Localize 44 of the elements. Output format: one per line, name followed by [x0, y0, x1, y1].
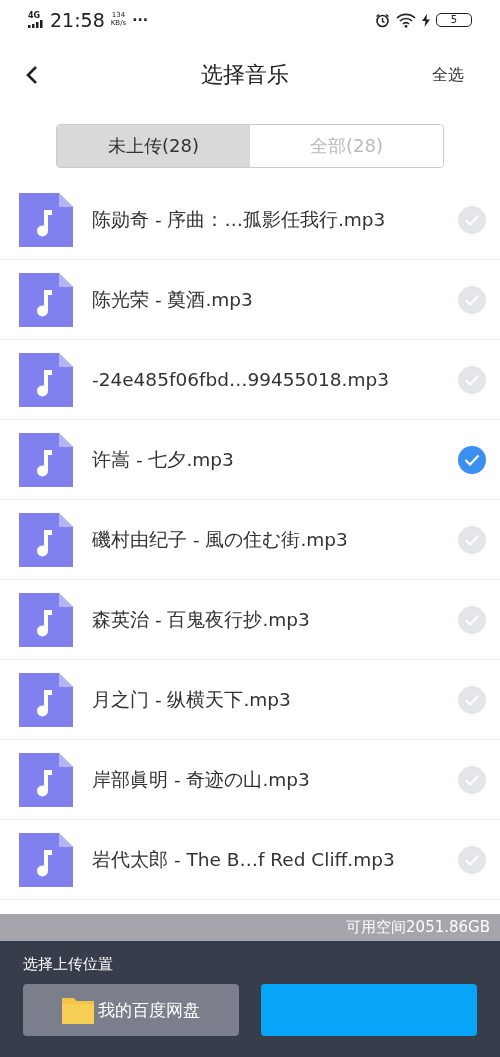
file-name: 月之门 - 纵横天下.mp3: [92, 688, 292, 712]
location-button[interactable]: 我的百度网盘: [23, 984, 239, 1036]
check-circle[interactable]: [458, 525, 486, 554]
network-type: 4G: [28, 12, 41, 20]
file-name: -24e485f06fbd…99455018.mp3: [92, 369, 391, 390]
more-indicator: ···: [132, 12, 149, 28]
folder-icon: [62, 996, 94, 1024]
check-circle[interactable]: [458, 285, 486, 314]
file-name: 陈光荣 - 奠酒.mp3: [92, 288, 254, 312]
charging-icon: [422, 13, 430, 27]
panel-label: 选择上传位置: [23, 955, 114, 974]
music-file-icon: [19, 352, 73, 407]
music-file-icon: [19, 192, 73, 247]
file-name: 岸部眞明 - 奇迹の山.mp3: [92, 768, 311, 792]
check-circle[interactable]: [458, 445, 486, 474]
music-file-icon: [19, 832, 73, 887]
check-circle[interactable]: [458, 605, 486, 634]
music-file-icon: [19, 752, 73, 807]
alarm-icon: [375, 12, 390, 28]
check-circle[interactable]: [458, 685, 486, 714]
file-name: 岩代太郎 - The B…f Red Cliff.mp3: [92, 848, 396, 872]
action-button[interactable]: [261, 984, 477, 1036]
check-circle[interactable]: [458, 205, 486, 234]
file-name: 许嵩 - 七夕.mp3: [92, 448, 235, 472]
check-circle[interactable]: [458, 365, 486, 394]
wifi-icon: [396, 12, 416, 28]
storage-text: 可用空间2051.86GB: [346, 918, 490, 937]
check-circle[interactable]: [458, 845, 486, 874]
page-title: 选择音乐: [201, 61, 289, 89]
music-file-icon: [19, 432, 73, 487]
select-all-link[interactable]: 全选: [432, 64, 464, 86]
music-file-icon: [19, 592, 73, 647]
file-name: 森英治 - 百鬼夜行抄.mp3: [92, 608, 311, 632]
tab[interactable]: 未上传(28): [57, 125, 250, 167]
music-file-icon: [19, 512, 73, 567]
check-circle[interactable]: [458, 765, 486, 794]
back-icon[interactable]: [26, 65, 38, 85]
music-file-icon: [19, 672, 73, 727]
file-name: 磯村由纪子 - 風の住む街.mp3: [92, 528, 349, 552]
signal-icon: [28, 20, 44, 28]
music-file-icon: [19, 272, 73, 327]
clock: 21:58: [50, 9, 105, 31]
battery-icon: 5: [436, 13, 472, 27]
file-name: 陈勋奇 - 序曲：…孤影任我行.mp3: [92, 208, 387, 232]
